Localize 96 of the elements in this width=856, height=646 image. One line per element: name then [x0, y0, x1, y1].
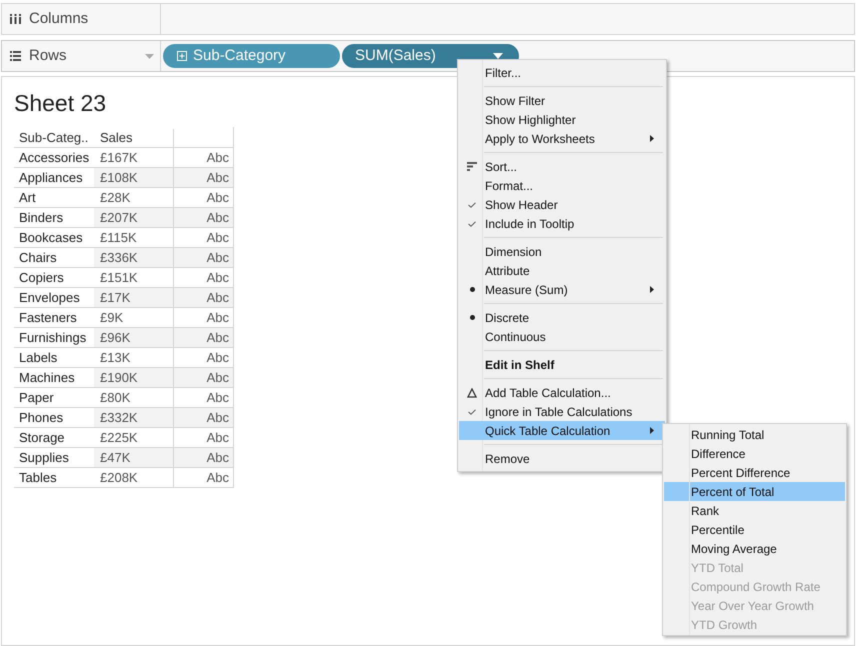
table-cell-text: Tables [18, 469, 58, 487]
menu-item[interactable]: Show Header [459, 195, 665, 214]
table-cell: £108K [94, 168, 174, 187]
table-cell: Abc [174, 228, 234, 247]
menu-item[interactable]: Show Filter [459, 91, 665, 110]
table-cell-text: Supplies [18, 449, 70, 467]
menu-item[interactable]: Rank [664, 501, 845, 520]
table-cell: £96K [94, 328, 174, 347]
table-cell: Abc [174, 388, 234, 407]
list-icon [10, 51, 21, 61]
dropdown-icon[interactable] [145, 54, 154, 58]
menu-item[interactable]: Add Table Calculation... [459, 383, 665, 402]
menu-item[interactable]: Quick Table Calculation [459, 421, 665, 440]
submenu-arrow-icon [650, 135, 654, 142]
delta-icon [467, 388, 477, 398]
menu-item[interactable]: Percent of Total [664, 482, 845, 501]
menu-item[interactable]: Running Total [664, 425, 845, 444]
table-cell: £47K [94, 448, 174, 467]
table-cell: Abc [174, 248, 234, 267]
table-cell: £28K [94, 188, 174, 207]
menu-item[interactable]: Percent Difference [664, 463, 845, 482]
table-cell-text: Bookcases [18, 229, 84, 247]
sort-icon [467, 162, 477, 171]
table-cell: Abc [174, 208, 234, 227]
submenu-arrow-icon [650, 286, 654, 293]
table-cell-text: Fasteners [18, 309, 78, 327]
check-icon [468, 202, 476, 208]
expand-icon[interactable] [177, 51, 187, 61]
table-cell: Abc [174, 188, 234, 207]
table-cell: £336K [94, 248, 174, 267]
table-cell: £332K [94, 408, 174, 427]
table-cell-text: Appliances [18, 169, 84, 187]
menu-item[interactable]: Attribute [459, 261, 665, 280]
menu-item[interactable]: Ignore in Table Calculations [459, 402, 665, 421]
table-cell-text: Paper [18, 389, 55, 407]
table-cell-text: Machines [18, 369, 76, 387]
table-cell: £9K [94, 308, 174, 327]
table-cell: Abc [174, 408, 234, 427]
table-cell-text: Chairs [18, 249, 58, 267]
menu-item[interactable]: Dimension [459, 242, 665, 261]
table-cell: Abc [174, 308, 234, 327]
table-cell: £17K [94, 288, 174, 307]
check-icon [468, 220, 476, 226]
menu-item[interactable]: Sort... [459, 157, 665, 176]
table-cell: £190K [94, 368, 174, 387]
table-cell: Abc [174, 448, 234, 467]
table-cell-text: Accessories [18, 149, 90, 167]
menu-item[interactable]: Include in Tooltip [459, 214, 665, 233]
table-cell: Abc [174, 428, 234, 447]
pill-label: SUM(Sales) [355, 46, 437, 66]
table-cell: Abc [174, 288, 234, 307]
table-cell-text: Phones [18, 409, 64, 427]
table-cell: Abc [174, 468, 234, 487]
table-cell-text: Storage [18, 429, 66, 447]
menu-item[interactable]: Format... [459, 176, 665, 195]
check-icon [468, 408, 476, 414]
table-cell: Abc [174, 348, 234, 367]
menu-item[interactable]: Show Highlighter [459, 110, 665, 129]
table-cell: £13K [94, 348, 174, 367]
menu-item[interactable]: Measure (Sum) [459, 280, 665, 299]
table-cell-text: Copiers [18, 269, 65, 287]
table-cell: Abc [174, 168, 234, 187]
table-cell-text: Envelopes [18, 289, 81, 307]
bullet-icon [470, 315, 474, 320]
column-header: Sub-Categ.. [18, 129, 90, 147]
bullet-icon [470, 287, 474, 292]
menu-item[interactable]: Continuous [459, 327, 665, 346]
table-cell: £167K [94, 148, 174, 167]
menu-item[interactable]: Percentile [664, 520, 845, 539]
submenu-arrow-icon [650, 427, 654, 434]
sheet-title: Sheet 23 [14, 89, 106, 117]
table-cell: £225K [94, 428, 174, 447]
table-cell: £208K [94, 468, 174, 487]
table-cell: Abc [174, 328, 234, 347]
menu-item[interactable]: Apply to Worksheets [459, 129, 665, 148]
pill-label: Sub-Category [193, 46, 286, 66]
columns-icon [10, 14, 21, 24]
table-cell: Abc [174, 268, 234, 287]
menu-item[interactable]: Moving Average [664, 539, 845, 558]
shelf-label: Rows [29, 46, 68, 66]
table-cell: £115K [94, 228, 174, 247]
table-cell: Abc [174, 368, 234, 387]
table-cell-text: Labels [18, 349, 58, 367]
table-cell: £207K [94, 208, 174, 227]
menu-item[interactable]: Edit in Shelf [459, 355, 665, 374]
table-cell: Abc [174, 148, 234, 167]
table-cell: £80K [94, 388, 174, 407]
shelf-label: Columns [29, 8, 88, 29]
table-cell: £151K [94, 268, 174, 287]
menu-item[interactable]: Difference [664, 444, 845, 463]
menu-item[interactable]: Discrete [459, 308, 665, 327]
table-cell-text: Binders [18, 209, 64, 227]
table-cell-text: Furnishings [18, 329, 88, 347]
menu-item[interactable]: Remove [459, 449, 665, 468]
column-header: Sales [94, 129, 174, 147]
table-cell-text: Art [18, 189, 37, 207]
